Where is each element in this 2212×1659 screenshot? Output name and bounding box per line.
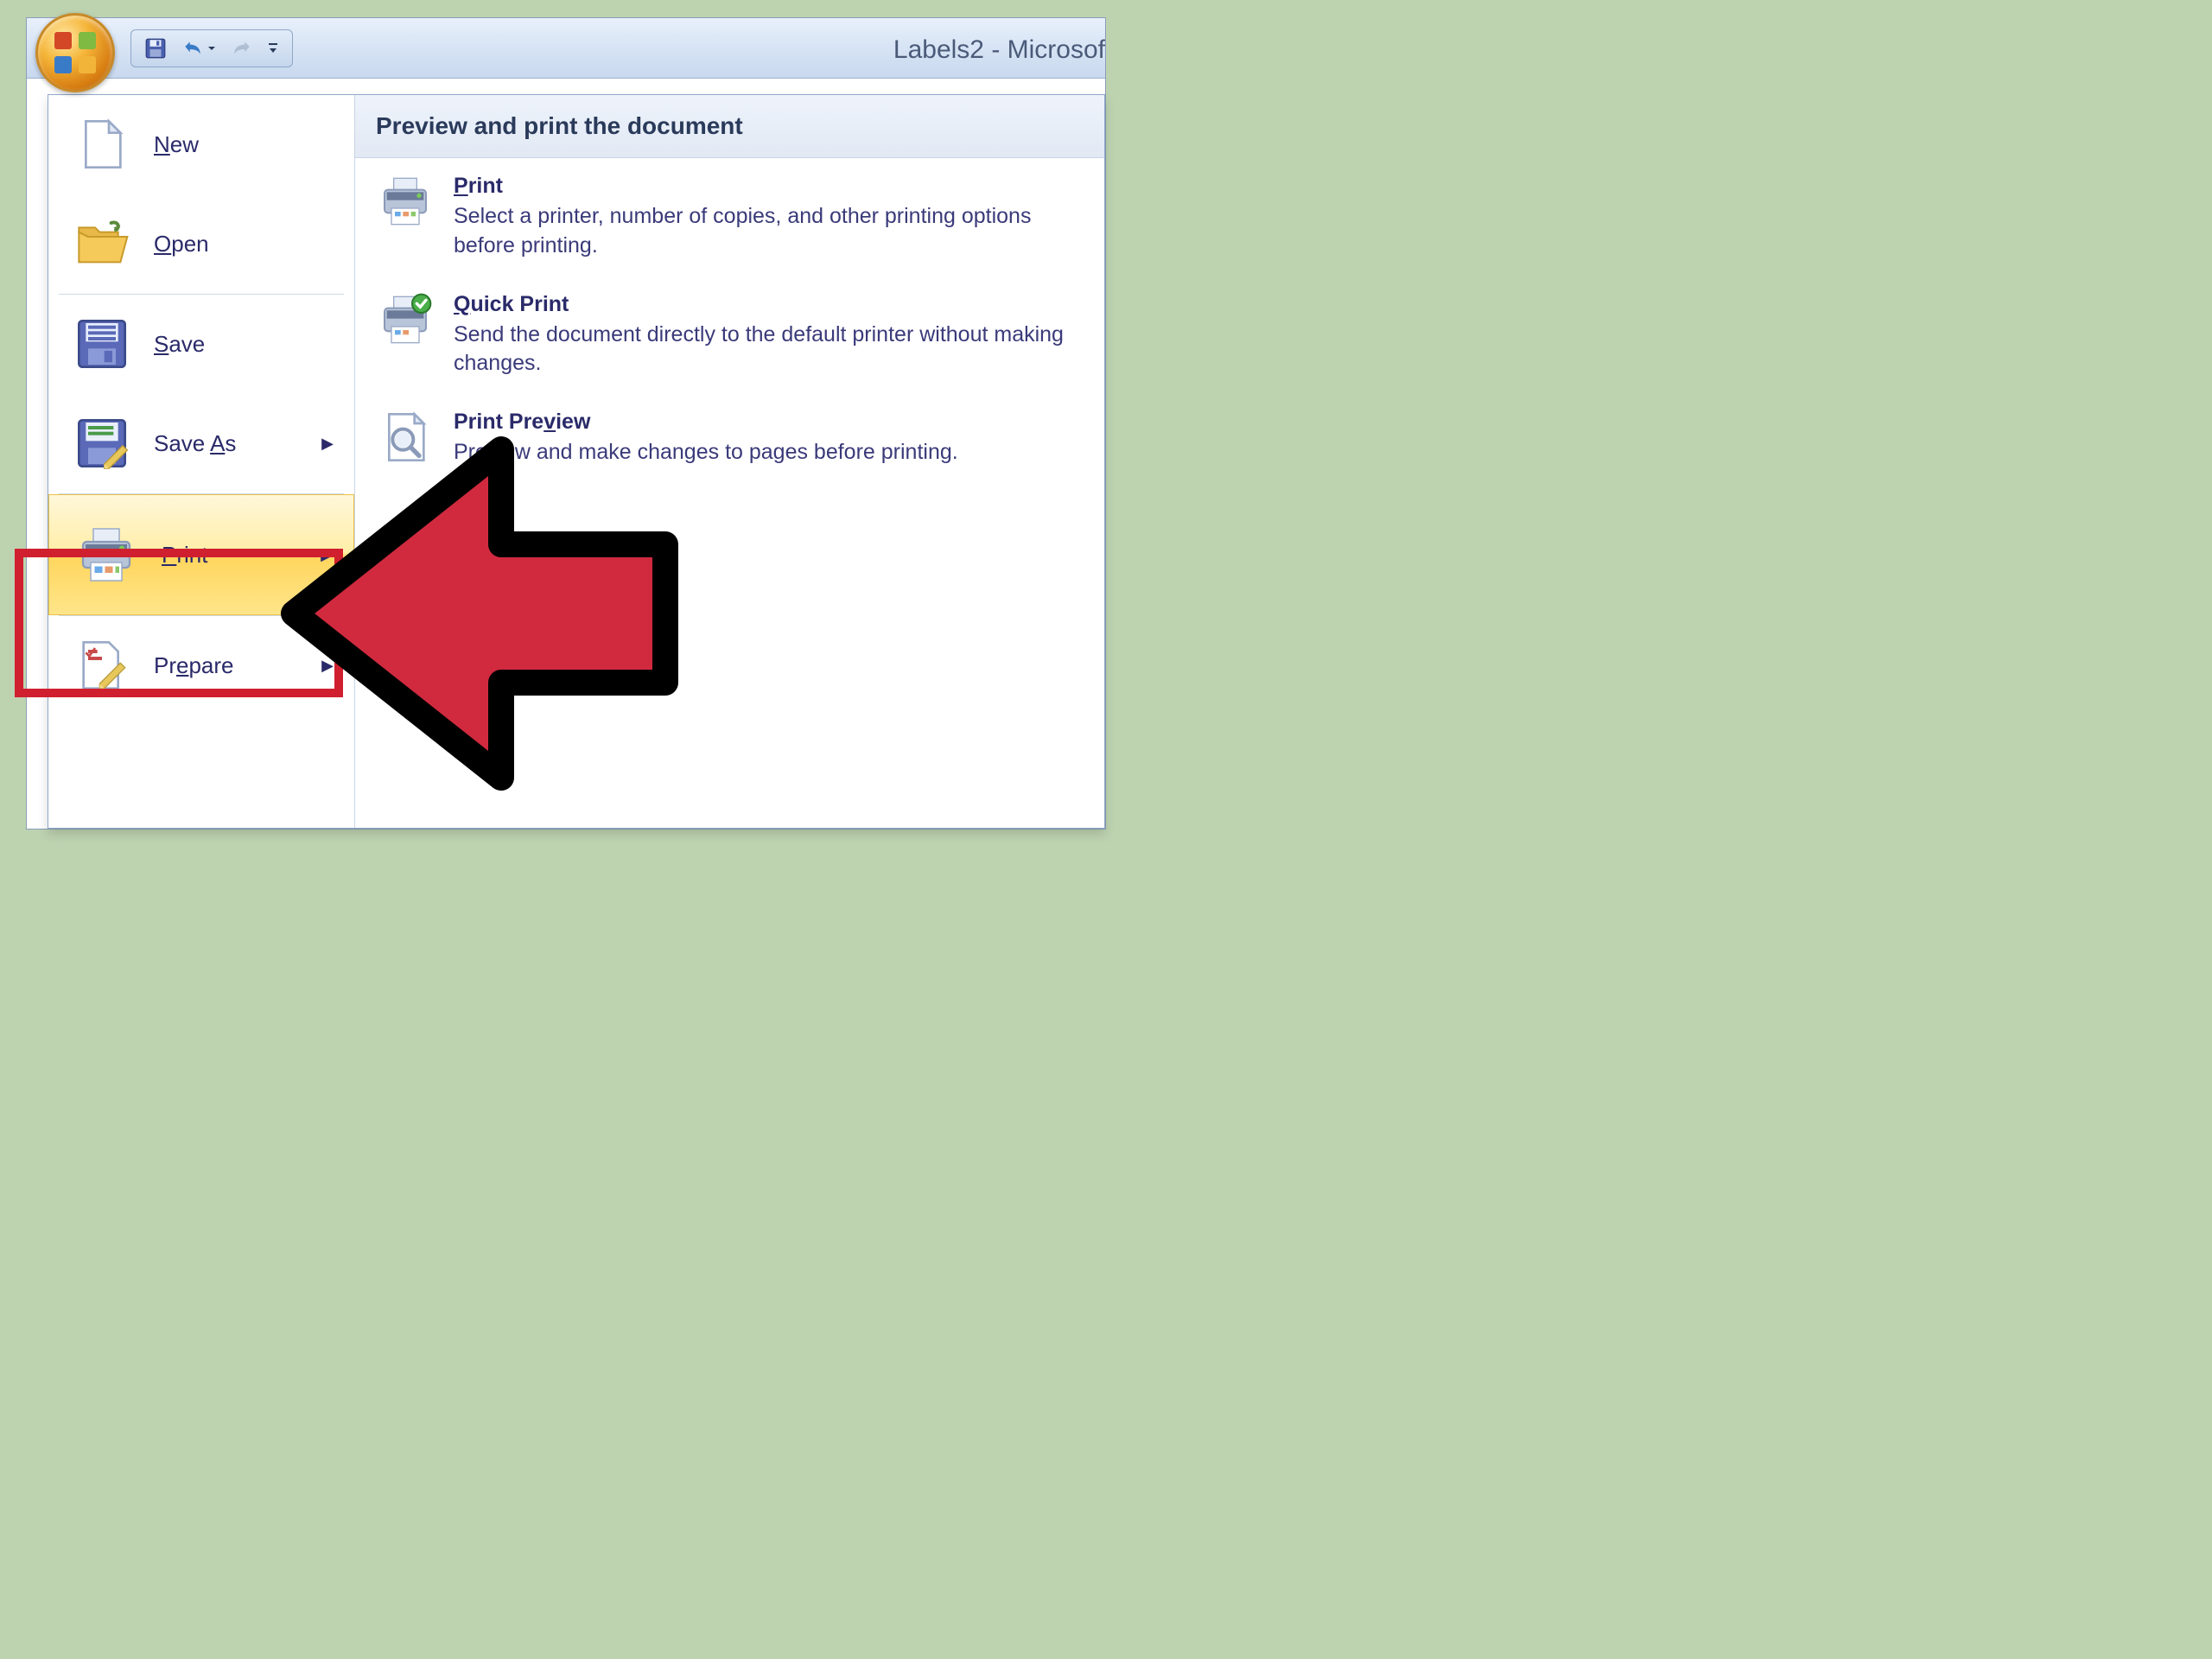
office-menu: New Open bbox=[48, 94, 1105, 829]
menu-item-save-as[interactable]: Save As ▶ bbox=[48, 394, 354, 493]
option-print[interactable]: Print Select a printer, number of copies… bbox=[355, 158, 1104, 276]
option-description: Send the document directly to the defaul… bbox=[454, 321, 1085, 379]
dropdown-icon bbox=[207, 44, 216, 53]
option-quick-print[interactable]: Quick Print Send the document directly t… bbox=[355, 276, 1104, 395]
option-title: Print bbox=[454, 174, 1085, 199]
office-button[interactable] bbox=[35, 13, 115, 92]
print-preview-icon bbox=[374, 410, 436, 465]
right-panel-header: Preview and print the document bbox=[355, 95, 1104, 158]
printer-icon bbox=[374, 174, 436, 229]
menu-label: Print bbox=[162, 542, 207, 569]
menu-label: New bbox=[154, 131, 199, 158]
option-print-preview[interactable]: Print Preview Preview and make changes t… bbox=[355, 394, 1104, 483]
save-icon bbox=[144, 37, 167, 60]
option-title: Quick Print bbox=[454, 292, 1085, 317]
menu-left-panel: New Open bbox=[48, 95, 355, 828]
qat-undo-button[interactable] bbox=[178, 35, 219, 62]
qat-save-button[interactable] bbox=[142, 35, 169, 62]
qat-redo-button[interactable] bbox=[228, 35, 256, 62]
window-title: Labels2 - Microsof bbox=[893, 35, 1105, 65]
quick-print-icon bbox=[374, 292, 436, 347]
save-disk-icon bbox=[74, 316, 130, 372]
app-window: Labels2 - Microsof New Open bbox=[26, 17, 1106, 830]
menu-item-new[interactable]: New bbox=[48, 95, 354, 194]
menu-right-panel: Preview and print the document Print Sel… bbox=[355, 95, 1104, 828]
option-description: Select a printer, number of copies, and … bbox=[454, 202, 1085, 261]
submenu-arrow-icon: ▶ bbox=[321, 435, 334, 453]
save-as-icon bbox=[74, 416, 130, 471]
customize-icon bbox=[268, 41, 278, 55]
undo-icon bbox=[181, 37, 204, 60]
qat-customize-button[interactable] bbox=[264, 35, 282, 62]
open-folder-icon bbox=[74, 216, 130, 271]
quick-access-toolbar bbox=[130, 29, 293, 67]
submenu-arrow-icon: ▶ bbox=[321, 657, 334, 675]
prepare-document-icon bbox=[74, 638, 130, 693]
menu-label: Prepare bbox=[154, 652, 234, 679]
menu-item-open[interactable]: Open bbox=[48, 194, 354, 294]
printer-icon bbox=[75, 524, 137, 586]
menu-item-save[interactable]: Save bbox=[48, 295, 354, 394]
option-title: Print Preview bbox=[454, 410, 1085, 435]
menu-label: Save bbox=[154, 331, 205, 358]
submenu-arrow-icon: ▶ bbox=[321, 546, 333, 564]
option-description: Preview and make changes to pages before… bbox=[454, 438, 1085, 467]
titlebar: Labels2 - Microsof bbox=[27, 18, 1105, 79]
redo-icon bbox=[231, 37, 253, 60]
menu-item-print[interactable]: Print ▶ bbox=[48, 494, 354, 615]
menu-label: Open bbox=[154, 231, 209, 257]
menu-label: Save As bbox=[154, 430, 236, 457]
new-document-icon bbox=[74, 117, 130, 172]
menu-item-prepare[interactable]: Prepare ▶ bbox=[48, 616, 354, 715]
office-logo-icon bbox=[54, 32, 96, 73]
